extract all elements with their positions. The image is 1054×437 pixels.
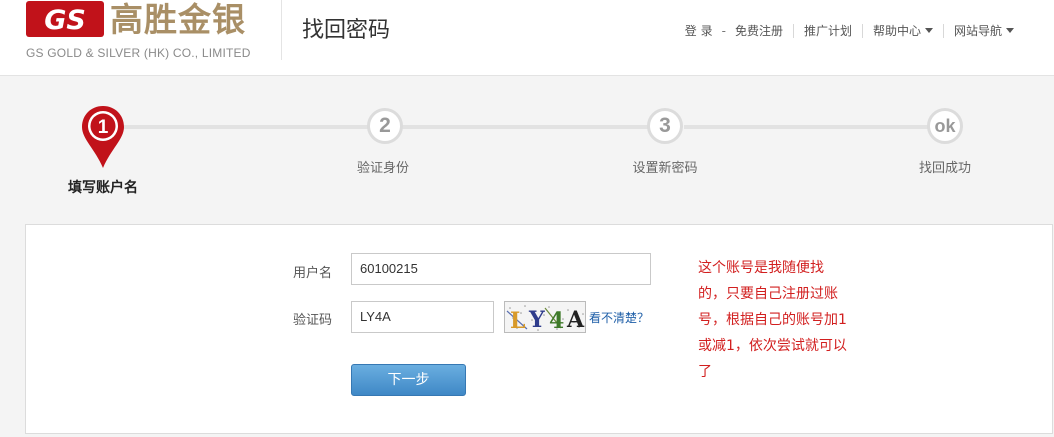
site-logo[interactable]: GS 高胜金银 GS GOLD & SILVER (HK) CO., LIMIT… — [26, 0, 266, 66]
header-divider — [281, 0, 282, 60]
captcha-graphic: L Y 4 A — [506, 305, 585, 333]
site-nav-label: 网站导航 — [953, 24, 1002, 38]
chevron-down-icon — [1006, 28, 1014, 33]
svg-text:4: 4 — [549, 308, 564, 333]
find-password-form: 用户名 60100215 验证码 LY4A L Y 4 A 看不清楚？ 下一步 … — [25, 224, 1053, 434]
register-link[interactable]: 免费注册 — [735, 22, 783, 39]
svg-text:Y: Y — [528, 307, 545, 333]
svg-text:L: L — [510, 308, 525, 333]
step-connector — [402, 125, 650, 129]
captcha-input[interactable]: LY4A — [351, 301, 494, 333]
username-input[interactable]: 60100215 — [351, 253, 651, 285]
progress-steps: 1 填写账户名 2 验证身份 3 设置新密码 ok 找回成功 — [0, 76, 1054, 226]
svg-text:1: 1 — [98, 117, 109, 138]
nav-divider — [942, 23, 944, 38]
nav-divider — [792, 23, 794, 38]
annotation-note: 这个账号是我随便找的，只要自己注册过账号，根据自己的账号加1或减1，依次尝试就可… — [698, 260, 847, 380]
step-3-circle: 3 — [647, 108, 683, 144]
nav-divider — [861, 23, 863, 38]
active-step-pin-icon: 1 — [82, 106, 124, 168]
login-link[interactable]: 登 录 — [685, 22, 713, 39]
next-step-button[interactable]: 下一步 — [351, 364, 466, 396]
brand-name-cn: 高胜金银 — [110, 0, 246, 39]
step-ok-label: 找回成功 — [918, 161, 972, 176]
username-label: 用户名 — [293, 266, 333, 281]
step-3-label: 设置新密码 — [632, 161, 698, 176]
step-ok-circle: ok — [927, 108, 963, 144]
step-1-label: 填写账户名 — [68, 180, 138, 196]
captcha-label: 验证码 — [293, 313, 333, 328]
svg-text:A: A — [566, 307, 585, 333]
captcha-image[interactable]: L Y 4 A — [504, 301, 586, 333]
nav-separator: - — [721, 23, 726, 38]
captcha-refresh-link[interactable]: 看不清楚？ — [589, 309, 649, 326]
step-connector — [684, 125, 930, 129]
chevron-down-icon — [924, 28, 933, 33]
gs-logo-icon: GS — [44, 5, 86, 34]
site-nav-menu[interactable]: 网站导航 — [954, 22, 1014, 39]
step-2-circle: 2 — [367, 108, 403, 144]
help-center-label: 帮助中心 — [872, 24, 921, 38]
site-header: GS 高胜金银 GS GOLD & SILVER (HK) CO., LIMIT… — [0, 0, 1054, 76]
promotion-link[interactable]: 推广计划 — [804, 22, 852, 39]
brand-name-en: GS GOLD & SILVER (HK) CO., LIMITED — [26, 46, 251, 60]
step-connector — [104, 125, 388, 129]
top-nav: 登 录 - 免费注册 推广计划 帮助中心 网站导航 — [685, 22, 1014, 39]
gs-logo-mark: GS — [26, 1, 104, 37]
help-center-menu[interactable]: 帮助中心 — [873, 22, 933, 39]
page-title: 找回密码 — [302, 18, 391, 43]
svg-text:GS: GS — [44, 5, 86, 34]
step-2-label: 验证身份 — [356, 161, 410, 176]
